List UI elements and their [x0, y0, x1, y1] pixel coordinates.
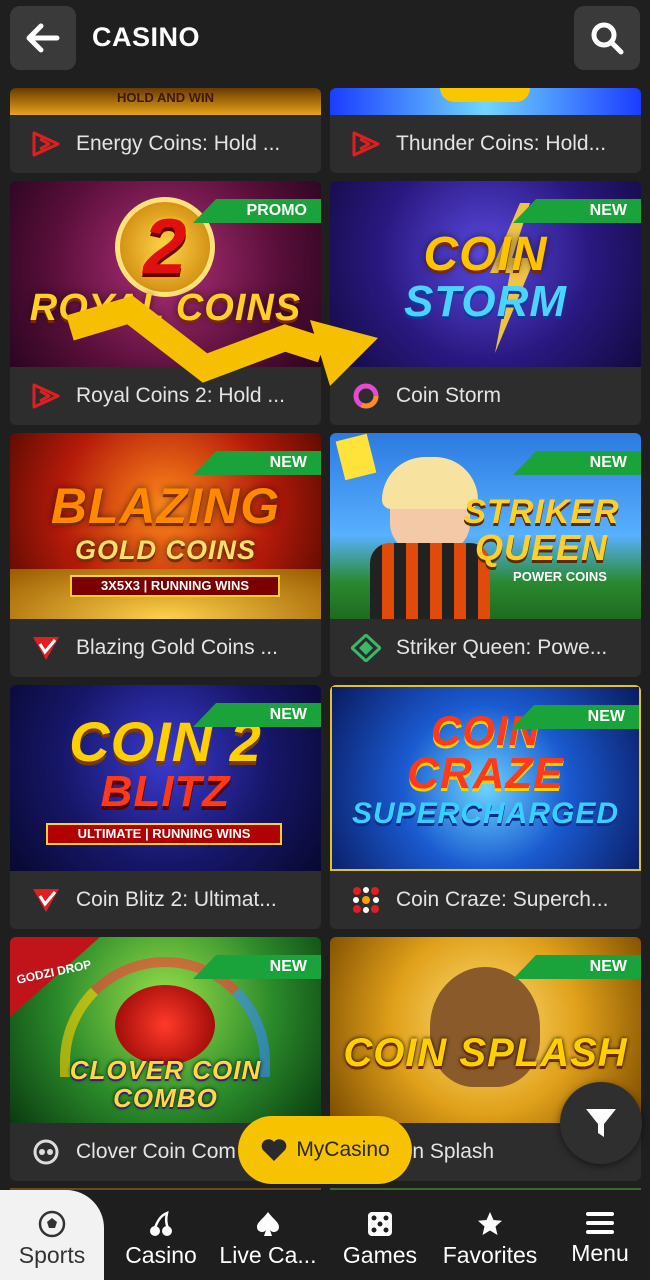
game-thumbnail: COIN STORM NEW	[330, 181, 641, 367]
game-card-coin-blitz-2[interactable]: COIN 2 BLITZ ULTIMATE | RUNNING WINS NEW…	[10, 685, 321, 929]
page-title: CASINO	[92, 22, 201, 52]
new-badge: NEW	[513, 955, 641, 979]
heart-icon	[262, 1139, 287, 1161]
game-card-striker-queen[interactable]: STRIKER QUEEN POWER COINS NEW Striker Qu…	[330, 433, 641, 677]
nav-sports[interactable]: Sports	[0, 1190, 104, 1280]
game-art-title: COIN	[423, 228, 548, 281]
game-name: Clover Coin Com	[76, 1140, 236, 1163]
game-thumbnail: 2 ROYAL COINS PROMO	[10, 181, 321, 367]
game-art-subtitle: BLITZ	[100, 767, 231, 816]
provider-logo-icon	[350, 884, 382, 916]
filter-button[interactable]	[560, 1082, 642, 1164]
mycasino-button[interactable]: MyCasino	[238, 1116, 412, 1184]
game-card-royal-coins-2[interactable]: 2 ROYAL COINS PROMO Royal Coins 2: Hold …	[10, 181, 321, 425]
game-art-tagline: ULTIMATE | RUNNING WINS	[46, 823, 282, 845]
game-name: Coin Blitz 2: Ultimat...	[76, 888, 277, 911]
arrow-left-icon	[26, 23, 60, 53]
game-art-subtitle: QUEEN	[474, 527, 609, 568]
game-art-tagline: POWER COINS	[513, 569, 607, 584]
game-thumbnail: GODZI DROP CLOVER COIN COMBO NEW	[10, 937, 321, 1123]
nav-live-casino[interactable]: Live Ca...	[216, 1190, 320, 1280]
new-badge: NEW	[193, 955, 321, 979]
provider-logo-icon	[30, 632, 62, 664]
game-name: Energy Coins: Hold ...	[76, 132, 281, 155]
nav-label: Menu	[571, 1240, 629, 1266]
game-art-title: COIN SPLASH	[343, 1031, 628, 1075]
spade-icon	[257, 1212, 279, 1236]
game-card-energy-coins[interactable]: HOLD AND WIN Energy Coins: Hold ...	[10, 88, 321, 173]
provider-logo-icon	[350, 128, 382, 160]
game-thumbnail: BLAZING GOLD COINS 3X5X3 | RUNNING WINS …	[10, 433, 321, 619]
game-card-coin-craze[interactable]: COIN CRAZE SUPERCHARGED NEW Coin Craze: …	[330, 685, 641, 929]
nav-label: Sports	[18, 1242, 86, 1268]
search-icon	[591, 22, 624, 55]
nav-label: Live Ca...	[219, 1242, 317, 1268]
nav-casino[interactable]: Casino	[118, 1190, 204, 1280]
game-thumbnail: STRIKER QUEEN POWER COINS NEW	[330, 433, 641, 619]
search-button[interactable]	[574, 6, 640, 70]
game-thumbnail: HOLD AND WIN	[10, 88, 321, 115]
new-badge: NEW	[193, 451, 321, 475]
back-button[interactable]	[10, 6, 76, 70]
nav-games[interactable]: Games	[336, 1190, 424, 1280]
game-name: Coin Storm	[396, 384, 502, 407]
game-thumbnail: COIN 2 BLITZ ULTIMATE | RUNNING WINS NEW	[10, 685, 321, 871]
game-art-subtitle: ROYAL COINS	[29, 287, 302, 329]
nav-label: Favorites	[442, 1242, 538, 1268]
provider-logo-icon	[350, 380, 382, 412]
nav-menu[interactable]: Menu	[560, 1190, 640, 1280]
game-card-blazing-gold-coins[interactable]: BLAZING GOLD COINS 3X5X3 | RUNNING WINS …	[10, 433, 321, 677]
game-art-title: CLOVER COIN	[69, 1055, 262, 1085]
game-art-subtitle: STORM	[403, 277, 568, 326]
game-art-subtitle: COMBO	[113, 1083, 218, 1113]
provider-logo-icon	[30, 1136, 62, 1168]
cherries-icon	[150, 1211, 172, 1236]
game-card-thunder-coins[interactable]: Thunder Coins: Hold...	[330, 88, 641, 173]
game-name: Striker Queen: Powe...	[396, 636, 608, 659]
game-art-subtitle: CRAZE	[407, 749, 564, 798]
game-name: Coin Craze: Superch...	[396, 888, 609, 911]
new-badge: NEW	[513, 451, 641, 475]
star-icon	[478, 1212, 502, 1235]
game-name: Royal Coins 2: Hold ...	[76, 384, 285, 407]
provider-logo-icon	[30, 128, 62, 160]
nav-label: Casino	[125, 1242, 197, 1268]
bottom-navigation: Sports Casino Live Ca... Games Favorites…	[0, 1190, 650, 1280]
mycasino-label: MyCasino	[296, 1138, 390, 1161]
game-thumbnail	[330, 88, 641, 115]
game-name: Blazing Gold Coins ...	[76, 636, 278, 659]
provider-logo-icon	[350, 632, 382, 664]
game-art-subtitle: GOLD COINS	[74, 535, 256, 565]
dice-icon	[368, 1212, 392, 1236]
hamburger-menu-icon	[586, 1212, 614, 1234]
game-art-tagline: 3X5X3 | RUNNING WINS	[70, 575, 280, 597]
game-card-coin-storm[interactable]: COIN STORM NEW Coin Storm	[330, 181, 641, 425]
provider-logo-icon	[30, 884, 62, 916]
game-name: Thunder Coins: Hold...	[396, 132, 607, 155]
nav-favorites[interactable]: Favorites	[438, 1190, 542, 1280]
game-thumbnail: COIN CRAZE SUPERCHARGED NEW	[330, 685, 641, 871]
filter-icon	[586, 1109, 616, 1137]
game-art-title: BLAZING	[50, 478, 281, 534]
nav-label: Games	[342, 1242, 418, 1268]
game-art-tagline: SUPERCHARGED	[351, 797, 620, 830]
new-badge: NEW	[193, 703, 321, 727]
app-header: CASINO	[0, 0, 650, 80]
provider-logo-icon	[30, 380, 62, 412]
game-banner: HOLD AND WIN	[116, 90, 214, 105]
soccer-ball-icon	[38, 1210, 66, 1238]
